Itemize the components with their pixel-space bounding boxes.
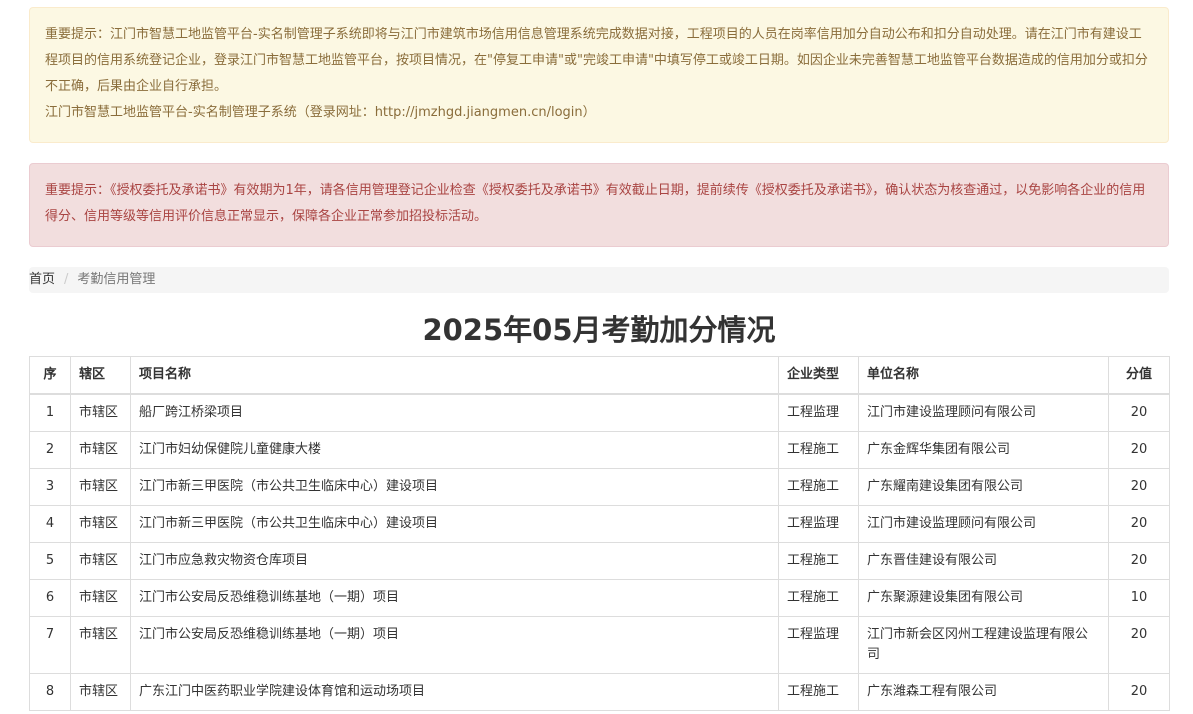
notice-warning-text: 重要提示：江门市智慧工地监管平台-实名制管理子系统即将与江门市建筑市场信用信息管… (45, 27, 1148, 94)
cell-score: 20 (1108, 542, 1170, 580)
cell-district: 市辖区 (70, 616, 131, 674)
notice-danger-text: 重要提示：《授权委托及承诺书》有效期为1年，请各信用管理登记企业检查《授权委托及… (45, 183, 1146, 224)
cell-district: 市辖区 (70, 579, 131, 617)
cell-company-type: 工程监理 (778, 393, 859, 432)
table-row: 3 市辖区 江门市新三甲医院（市公共卫生临床中心）建设项目 工程施工 广东耀南建设集团有… (29, 468, 1170, 506)
table-row: 1 市辖区 船厂跨江桥梁项目 工程监理 江门市建设监理顾问有限公司 20 (29, 393, 1170, 432)
breadcrumb-home-link[interactable]: 首页 (29, 272, 55, 287)
breadcrumb-separator: / (64, 272, 69, 287)
cell-district: 市辖区 (70, 542, 131, 580)
cell-project-name: 船厂跨江桥梁项目 (130, 393, 779, 432)
cell-company-name: 江门市建设监理顾问有限公司 (858, 505, 1109, 543)
notice-warning-login-url: 江门市智慧工地监管平台-实名制管理子系统（登录网址：http://jmzhgd.… (45, 105, 596, 120)
cell-index: 5 (29, 542, 71, 580)
table-header-row: 序 辖区 项目名称 企业类型 单位名称 分值 (29, 356, 1170, 395)
column-header-district: 辖区 (70, 356, 131, 395)
cell-score: 20 (1108, 673, 1170, 711)
notice-warning: 重要提示：江门市智慧工地监管平台-实名制管理子系统即将与江门市建筑市场信用信息管… (29, 7, 1169, 143)
cell-index: 8 (29, 673, 71, 711)
attendance-score-table: 序 辖区 项目名称 企业类型 单位名称 分值 1 市辖区 船厂跨江桥梁项目 工程监理江… (29, 356, 1170, 711)
column-header-company-name: 单位名称 (858, 356, 1109, 395)
cell-index: 1 (29, 393, 71, 432)
table-row: 4 市辖区 江门市新三甲医院（市公共卫生临床中心）建设项目 工程监理 江门市建设监理顾问… (29, 505, 1170, 543)
cell-score: 20 (1108, 468, 1170, 506)
cell-score: 20 (1108, 393, 1170, 432)
cell-company-name: 广东金辉华集团有限公司 (858, 431, 1109, 469)
cell-company-type: 工程施工 (778, 579, 859, 617)
cell-company-type: 工程监理 (778, 505, 859, 543)
cell-company-type: 工程监理 (778, 616, 859, 674)
cell-project-name: 江门市应急救灾物资仓库项目 (130, 542, 779, 580)
cell-company-type: 工程施工 (778, 673, 859, 711)
cell-project-name: 江门市新三甲医院（市公共卫生临床中心）建设项目 (130, 468, 779, 506)
cell-district: 市辖区 (70, 431, 131, 469)
cell-company-type: 工程施工 (778, 542, 859, 580)
table-row: 7 市辖区 江门市公安局反恐维稳训练基地（一期）项目 工程监理 江门市新会区冈州工程建设… (29, 616, 1170, 674)
cell-project-name: 江门市公安局反恐维稳训练基地（一期）项目 (130, 579, 779, 617)
cell-company-name: 江门市建设监理顾问有限公司 (858, 393, 1109, 432)
cell-district: 市辖区 (70, 673, 131, 711)
cell-company-name: 广东耀南建设集团有限公司 (858, 468, 1109, 506)
cell-company-type: 工程施工 (778, 431, 859, 469)
cell-index: 6 (29, 579, 71, 617)
table-row: 5 市辖区 江门市应急救灾物资仓库项目 工程施工 广东晋佳建设有限公司 20 (29, 542, 1170, 580)
cell-index: 3 (29, 468, 71, 506)
table-row: 8 市辖区 广东江门中医药职业学院建设体育馆和运动场项目 工程施工 广东潍森工程有限公司… (29, 673, 1170, 711)
column-header-project-name: 项目名称 (130, 356, 779, 395)
cell-company-name: 江门市新会区冈州工程建设监理有限公司 (858, 616, 1109, 674)
cell-index: 2 (29, 431, 71, 469)
cell-score: 20 (1108, 505, 1170, 543)
breadcrumb-current: 考勤信用管理 (77, 272, 156, 287)
cell-company-name: 广东潍森工程有限公司 (858, 673, 1109, 711)
column-header-index: 序 (29, 356, 71, 395)
cell-company-name: 广东晋佳建设有限公司 (858, 542, 1109, 580)
cell-project-name: 江门市公安局反恐维稳训练基地（一期）项目 (130, 616, 779, 674)
cell-score: 10 (1108, 579, 1170, 617)
cell-project-name: 广东江门中医药职业学院建设体育馆和运动场项目 (130, 673, 779, 711)
cell-project-name: 江门市新三甲医院（市公共卫生临床中心）建设项目 (130, 505, 779, 543)
page-title: 2025年05月考勤加分情况 (422, 313, 776, 347)
table-row: 2 市辖区 江门市妇幼保健院儿童健康大楼 工程施工 广东金辉华集团有限公司 20 (29, 431, 1170, 469)
cell-score: 20 (1108, 431, 1170, 469)
cell-index: 7 (29, 616, 71, 674)
column-header-score: 分值 (1108, 356, 1170, 395)
cell-district: 市辖区 (70, 468, 131, 506)
breadcrumb: 首页 / 考勤信用管理 (29, 267, 1169, 293)
notice-danger: 重要提示：《授权委托及承诺书》有效期为1年，请各信用管理登记企业检查《授权委托及… (29, 163, 1169, 247)
cell-company-type: 工程施工 (778, 468, 859, 506)
cell-district: 市辖区 (70, 393, 131, 432)
cell-company-name: 广东聚源建设集团有限公司 (858, 579, 1109, 617)
column-header-company-type: 企业类型 (778, 356, 859, 395)
table-row: 6 市辖区 江门市公安局反恐维稳训练基地（一期）项目 工程施工 广东聚源建设集团有限公司… (29, 579, 1170, 617)
cell-district: 市辖区 (70, 505, 131, 543)
cell-project-name: 江门市妇幼保健院儿童健康大楼 (130, 431, 779, 469)
cell-index: 4 (29, 505, 71, 543)
cell-score: 20 (1108, 616, 1170, 674)
